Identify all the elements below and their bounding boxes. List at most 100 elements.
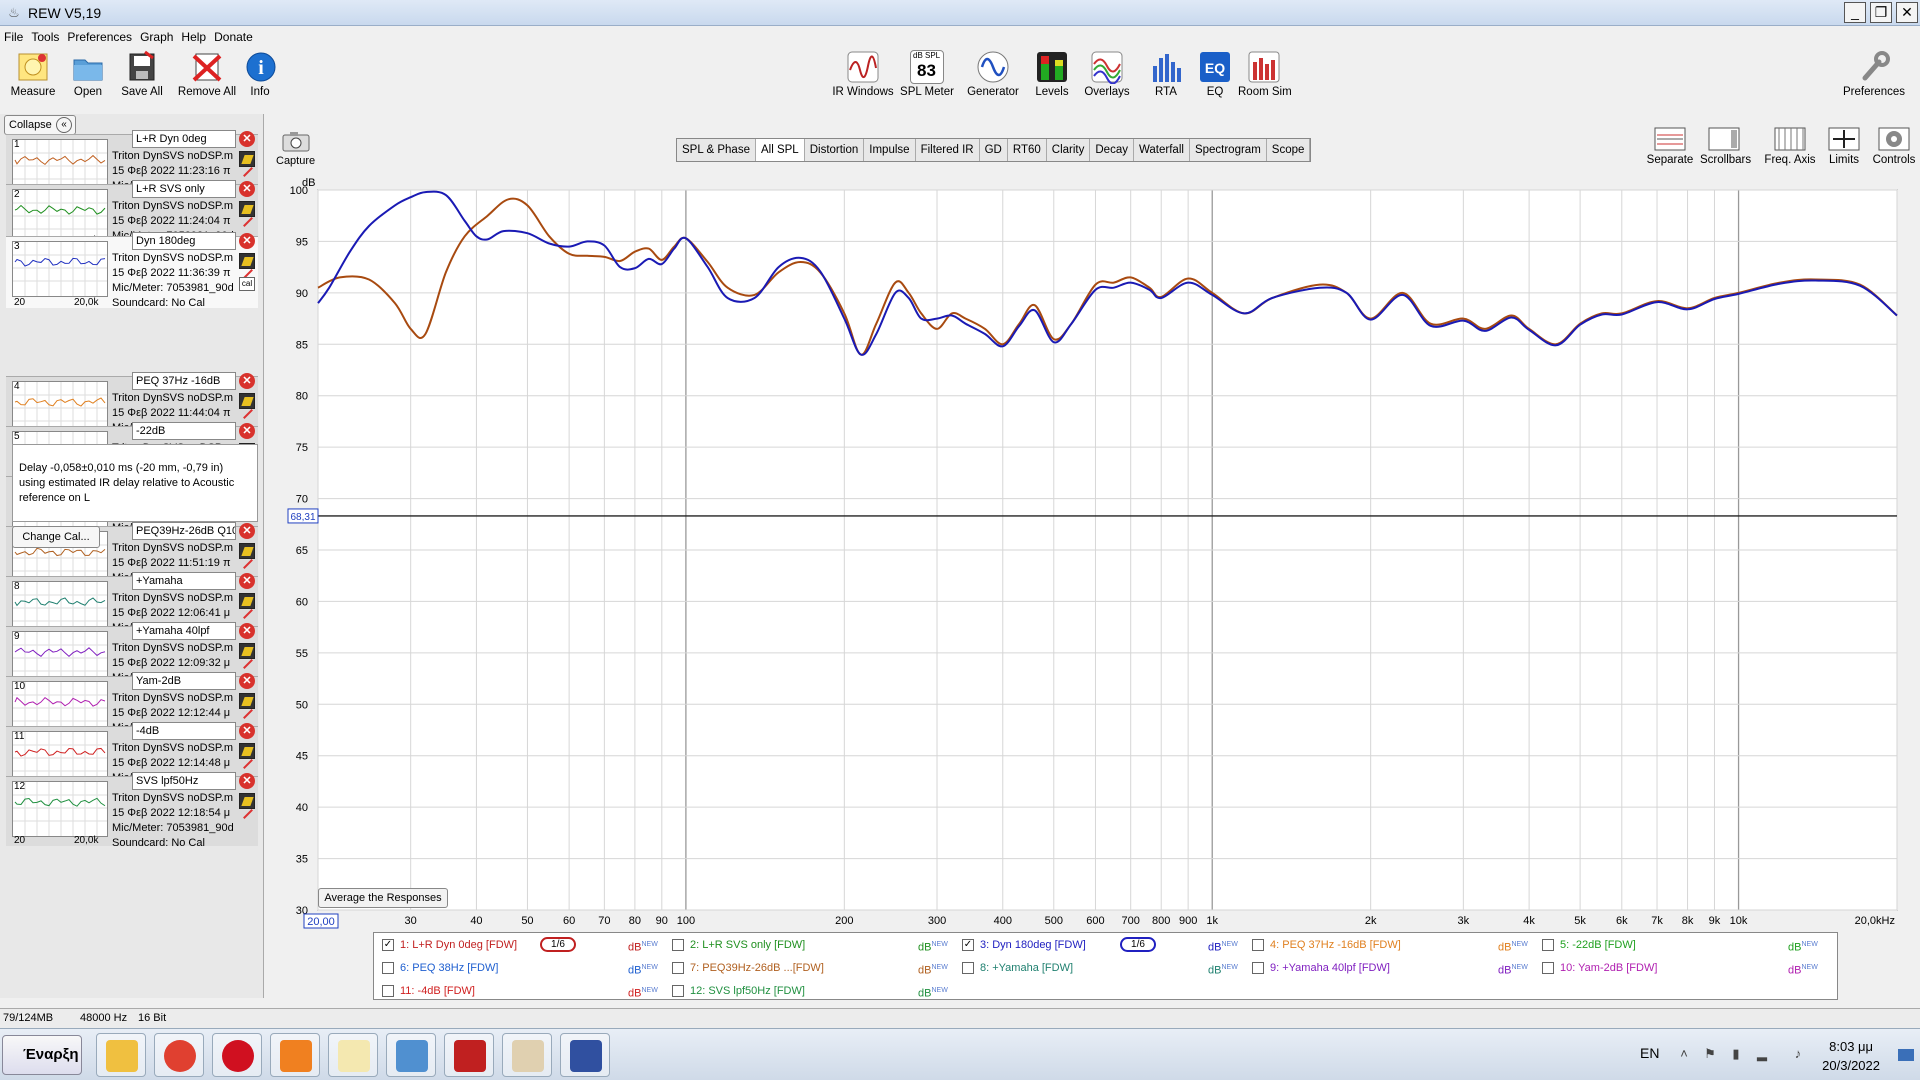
limits-button[interactable]: Limits bbox=[1820, 126, 1868, 166]
legend-db-label[interactable]: dBNEW bbox=[1498, 959, 1528, 980]
tab-decay[interactable]: Decay bbox=[1090, 139, 1134, 161]
legend-item[interactable]: ✓ 1: L+R Dyn 0deg [FDW] 1/6 dBNEW bbox=[382, 936, 668, 954]
legend-item[interactable]: 4: PEQ 37Hz -16dB [FDW] dBNEW bbox=[1252, 936, 1538, 954]
room-sim-button[interactable]: Room Sim bbox=[1238, 50, 1292, 98]
measurement-name-field[interactable]: -4dB bbox=[132, 722, 236, 740]
legend-checkbox[interactable] bbox=[672, 962, 684, 974]
measurement-name-field[interactable]: SVS lpf50Hz bbox=[132, 772, 236, 790]
measurement-name-field[interactable]: PEQ39Hz-26dB Q10 bbox=[132, 522, 236, 540]
menu-donate[interactable]: Donate bbox=[210, 28, 257, 46]
levels-button[interactable]: Levels bbox=[1032, 50, 1072, 98]
edit-measurement-icon[interactable] bbox=[239, 151, 255, 167]
menu-file[interactable]: File bbox=[0, 28, 27, 46]
rta-button[interactable]: RTA bbox=[1146, 50, 1186, 98]
legend-db-label[interactable]: dBNEW bbox=[1788, 959, 1818, 980]
legend-db-label[interactable]: dBNEW bbox=[1788, 936, 1818, 957]
notepad-taskbar-button[interactable] bbox=[328, 1033, 378, 1077]
smoothing-badge[interactable]: 1/6 bbox=[540, 937, 576, 952]
controls-button[interactable]: Controls bbox=[1870, 126, 1918, 166]
measurement-thumbnail[interactable] bbox=[12, 781, 108, 837]
legend-checkbox[interactable] bbox=[382, 985, 394, 997]
start-button[interactable]: Έναρξη bbox=[2, 1035, 82, 1075]
menu-graph[interactable]: Graph bbox=[136, 28, 177, 46]
legend-db-label[interactable]: dBNEW bbox=[1498, 936, 1528, 957]
action-center-icon[interactable]: ⚑ bbox=[1702, 1046, 1718, 1062]
tab-filtered-ir[interactable]: Filtered IR bbox=[916, 139, 980, 161]
tab-distortion[interactable]: Distortion bbox=[805, 139, 865, 161]
legend-checkbox[interactable] bbox=[1542, 962, 1554, 974]
measurement-name-field[interactable]: L+R SVS only bbox=[132, 180, 236, 198]
spl-meter-button[interactable]: dB SPL 83 SPL Meter bbox=[900, 50, 954, 98]
ir-windows-button[interactable]: IR Windows bbox=[832, 50, 894, 98]
legend-checkbox[interactable] bbox=[672, 939, 684, 951]
measurement-card[interactable]: 3 20 20,0k Dyn 180deg Triton DynSVS noDSP.m 1… bbox=[6, 232, 258, 309]
language-indicator[interactable]: EN bbox=[1640, 1045, 1659, 1061]
legend-item[interactable]: 7: PEQ39Hz-26dB ...[FDW] dBNEW bbox=[672, 959, 958, 977]
legend-db-label[interactable]: dBNEW bbox=[1208, 959, 1238, 980]
legend-item[interactable]: 6: PEQ 38Hz [FDW] dBNEW bbox=[382, 959, 668, 977]
close-button[interactable]: ✕ bbox=[1896, 2, 1918, 23]
tab-scope[interactable]: Scope bbox=[1267, 139, 1311, 161]
change-cal-button[interactable]: Change Cal... bbox=[12, 526, 100, 548]
scrollbars-button[interactable]: Scrollbars bbox=[1700, 126, 1751, 166]
tab-clarity[interactable]: Clarity bbox=[1047, 139, 1091, 161]
remote-taskbar-button[interactable] bbox=[386, 1033, 436, 1077]
legend-checkbox[interactable]: ✓ bbox=[382, 939, 394, 951]
measure-button[interactable]: Measure bbox=[10, 50, 56, 98]
restore-button[interactable]: ❐ bbox=[1870, 2, 1892, 23]
generator-button[interactable]: Generator bbox=[966, 50, 1020, 98]
legend-item[interactable]: 5: -22dB [FDW] dBNEW bbox=[1542, 936, 1828, 954]
legend-db-label[interactable]: dBNEW bbox=[918, 959, 948, 980]
delete-measurement-icon[interactable]: ✕ bbox=[239, 131, 255, 147]
firefox-taskbar-button[interactable] bbox=[270, 1033, 320, 1077]
power-icon[interactable]: ▮ bbox=[1728, 1046, 1744, 1062]
capture-button[interactable]: Capture bbox=[276, 130, 315, 167]
smoothing-badge[interactable]: 1/6 bbox=[1120, 937, 1156, 952]
tab-gd[interactable]: GD bbox=[980, 139, 1008, 161]
tab-waterfall[interactable]: Waterfall bbox=[1134, 139, 1190, 161]
legend-item[interactable]: 9: +Yamaha 40lpf [FDW] dBNEW bbox=[1252, 959, 1538, 977]
tab-spectrogram[interactable]: Spectrogram bbox=[1190, 139, 1267, 161]
legend-item[interactable]: 11: -4dB [FDW] dBNEW bbox=[382, 982, 668, 1000]
show-desktop-icon[interactable] bbox=[1898, 1049, 1914, 1061]
legend-checkbox[interactable] bbox=[672, 985, 684, 997]
legend-db-label[interactable]: dBNEW bbox=[1208, 936, 1238, 957]
measurement-name-field[interactable]: Dyn 180deg bbox=[132, 232, 236, 250]
explorer-taskbar-button[interactable] bbox=[96, 1033, 146, 1077]
grid-app-taskbar-button[interactable] bbox=[444, 1033, 494, 1077]
legend-db-label[interactable]: dBNEW bbox=[918, 982, 948, 1003]
info-button[interactable]: i Info bbox=[244, 50, 276, 98]
clock[interactable]: 8:03 μμ 20/3/2022 bbox=[1822, 1037, 1880, 1075]
chrome-taskbar-button[interactable] bbox=[154, 1033, 204, 1077]
tab-impulse[interactable]: Impulse bbox=[864, 139, 916, 161]
legend-item[interactable]: 12: SVS lpf50Hz [FDW] dBNEW bbox=[672, 982, 958, 1000]
measurement-name-field[interactable]: PEQ 37Hz -16dB bbox=[132, 372, 236, 390]
legend-db-label[interactable]: dBNEW bbox=[628, 959, 658, 980]
spl-chart[interactable]: 3035404550556065707580859095100dB30 40 50 6… bbox=[244, 170, 1914, 930]
legend-db-label[interactable]: dBNEW bbox=[628, 982, 658, 1003]
paint-taskbar-button[interactable] bbox=[502, 1033, 552, 1077]
measurement-name-field[interactable]: +Yamaha 40lpf bbox=[132, 622, 236, 640]
legend-item[interactable]: 2: L+R SVS only [FDW] dBNEW bbox=[672, 936, 958, 954]
tab-spl-phase[interactable]: SPL & Phase bbox=[677, 139, 756, 161]
measurement-card[interactable]: 12 20 20,0k SVS lpf50Hz Triton DynSVS noDSP.… bbox=[6, 772, 258, 849]
collapse-button[interactable]: Collapse « bbox=[4, 115, 76, 135]
eq-button[interactable]: EQ EQ bbox=[1198, 50, 1232, 98]
legend-checkbox[interactable] bbox=[1252, 962, 1264, 974]
legend-checkbox[interactable] bbox=[1542, 939, 1554, 951]
tab-all-spl[interactable]: All SPL bbox=[755, 139, 805, 161]
overlays-button[interactable]: Overlays bbox=[1082, 50, 1132, 98]
legend-checkbox[interactable]: ✓ bbox=[962, 939, 974, 951]
menu-preferences[interactable]: Preferences bbox=[63, 28, 136, 46]
measurement-name-field[interactable]: +Yamaha bbox=[132, 572, 236, 590]
measurement-name-field[interactable]: -22dB bbox=[132, 422, 236, 440]
legend-db-label[interactable]: dBNEW bbox=[628, 936, 658, 957]
volume-icon[interactable]: ♪ bbox=[1790, 1046, 1806, 1062]
save-all-button[interactable]: Save All bbox=[118, 50, 166, 98]
legend-checkbox[interactable] bbox=[382, 962, 394, 974]
preferences-button[interactable]: Preferences bbox=[1842, 50, 1906, 98]
minimize-button[interactable]: _ bbox=[1844, 2, 1866, 23]
measurement-thumbnail[interactable] bbox=[12, 241, 108, 297]
menu-help[interactable]: Help bbox=[177, 28, 210, 46]
average-responses-button[interactable]: Average the Responses bbox=[318, 888, 448, 908]
